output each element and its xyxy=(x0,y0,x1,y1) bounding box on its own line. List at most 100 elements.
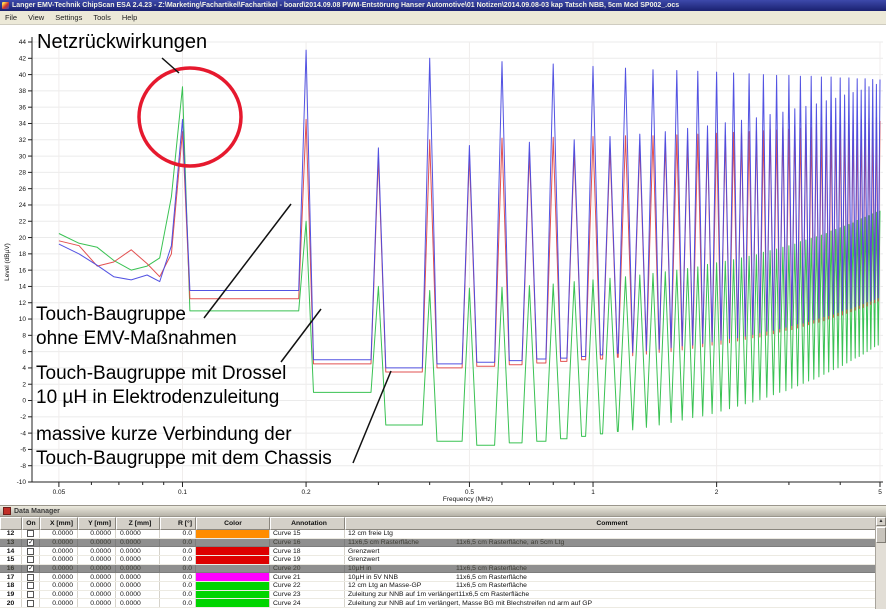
svg-text:30: 30 xyxy=(19,153,27,160)
col-header-Z [mm][interactable]: Z [mm] xyxy=(116,517,160,530)
color-swatch[interactable] xyxy=(196,556,269,564)
menu-file[interactable]: File xyxy=(5,13,17,22)
cell-color[interactable] xyxy=(196,565,270,573)
touch2-callout-line xyxy=(281,309,321,362)
comment-text-2: 11x6,5 cm Rasterfläche, an 5cm Ltg xyxy=(456,539,564,546)
cell-row-number: 17 xyxy=(0,573,22,581)
on-checkbox[interactable] xyxy=(27,591,34,598)
menu-view[interactable]: View xyxy=(28,13,44,22)
col-header-Annotation[interactable]: Annotation xyxy=(270,517,345,530)
table-scrollbar[interactable]: ▲ xyxy=(875,517,886,609)
col-header-Comment[interactable]: Comment xyxy=(345,517,876,530)
menu-help[interactable]: Help xyxy=(122,13,137,22)
cell-comment: Grenzwert xyxy=(345,547,876,555)
svg-text:26: 26 xyxy=(19,186,27,193)
color-swatch[interactable] xyxy=(196,573,269,581)
cell-x: 0.0000 xyxy=(40,582,78,590)
on-checkbox[interactable] xyxy=(27,600,34,607)
comment-text: 12 cm freie Ltg xyxy=(348,530,456,537)
table-row[interactable]: 190.00000.00000.00000.0Curve 23Zuleitung… xyxy=(0,591,876,600)
cell-x: 0.0000 xyxy=(40,530,78,538)
cell-color[interactable] xyxy=(196,599,270,607)
cell-on xyxy=(22,591,40,599)
curve-2 xyxy=(59,50,880,368)
svg-text:12: 12 xyxy=(19,300,27,307)
cell-z: 0.0000 xyxy=(116,547,160,555)
touch3-callout-line xyxy=(353,371,391,463)
comment-text: Grenzwert xyxy=(348,548,456,555)
table-row[interactable]: 120.00000.00000.00000.0Curve 1512 cm fre… xyxy=(0,530,876,539)
cell-x: 0.0000 xyxy=(40,591,78,599)
cell-r: 0.0 xyxy=(160,530,196,538)
cell-annotation: Curve 15 xyxy=(270,530,345,538)
table-row[interactable]: 170.00000.00000.00000.0Curve 2110µH in 5… xyxy=(0,573,876,582)
svg-text:18: 18 xyxy=(19,251,27,258)
cell-row-number: 18 xyxy=(0,582,22,590)
svg-text:1: 1 xyxy=(591,489,595,496)
cell-comment: 10µH in 5V NNB11x6,5 cm Rasterfläche xyxy=(345,573,876,581)
on-checkbox[interactable]: ✓ xyxy=(27,565,34,572)
col-header-Y [mm][interactable]: Y [mm] xyxy=(78,517,116,530)
data-manager-titlebar: Data Manager xyxy=(0,505,886,517)
cell-comment: 11x6,5 cm Rasterfläche11x6,5 cm Rasterfl… xyxy=(345,539,876,547)
cell-y: 0.0000 xyxy=(78,599,116,607)
on-checkbox[interactable]: ✓ xyxy=(27,539,34,546)
menu-settings[interactable]: Settings xyxy=(55,13,82,22)
cell-color[interactable] xyxy=(196,556,270,564)
on-checkbox[interactable] xyxy=(27,530,34,537)
curve-1 xyxy=(59,118,880,372)
svg-text:0.1: 0.1 xyxy=(178,489,187,496)
cell-r: 0.0 xyxy=(160,573,196,581)
table-row[interactable]: 140.00000.00000.00000.0Curve 18Grenzwert xyxy=(0,547,876,556)
cell-y: 0.0000 xyxy=(78,582,116,590)
table-row[interactable]: 180.00000.00000.00000.0Curve 2212 cm Ltg… xyxy=(0,582,876,591)
curve-0 xyxy=(59,87,880,446)
svg-text:14: 14 xyxy=(19,284,27,291)
on-checkbox[interactable] xyxy=(27,548,34,555)
window-title: Langer EMV-Technik ChipScan ESA 2.4.23 -… xyxy=(12,2,679,9)
col-header-R [°][interactable]: R [°] xyxy=(160,517,196,530)
cell-color[interactable] xyxy=(196,547,270,555)
cell-on xyxy=(22,582,40,590)
cell-z: 0.0000 xyxy=(116,556,160,564)
cell-color[interactable] xyxy=(196,530,270,538)
col-header-num[interactable] xyxy=(0,517,22,530)
table-row[interactable]: 13✓0.00000.00000.00000.0Curve 1611x6,5 c… xyxy=(0,539,876,548)
cell-comment: 12 cm Ltg an Masse-GP11x6,5 cm Rasterflä… xyxy=(345,582,876,590)
color-swatch[interactable] xyxy=(196,582,269,590)
cell-on xyxy=(22,599,40,607)
cell-annotation: Curve 18 xyxy=(270,547,345,555)
color-swatch[interactable] xyxy=(196,547,269,555)
on-checkbox[interactable] xyxy=(27,574,34,581)
cell-color[interactable] xyxy=(196,582,270,590)
cell-color[interactable] xyxy=(196,573,270,581)
col-header-On[interactable]: On xyxy=(22,517,40,530)
scrollbar-up-icon[interactable]: ▲ xyxy=(876,517,886,526)
menu-bar: File View Settings Tools Help xyxy=(0,11,886,25)
cell-color[interactable] xyxy=(196,591,270,599)
cell-r: 0.0 xyxy=(160,599,196,607)
svg-text:42: 42 xyxy=(19,55,27,62)
menu-tools[interactable]: Tools xyxy=(93,13,111,22)
table-row[interactable]: 16✓0.00000.00000.00000.0Curve 2010µH in1… xyxy=(0,565,876,574)
scrollbar-thumb[interactable] xyxy=(876,527,886,543)
col-header-X [mm][interactable]: X [mm] xyxy=(40,517,78,530)
svg-text:44: 44 xyxy=(19,39,27,46)
color-swatch[interactable] xyxy=(196,530,269,538)
table-row[interactable]: 200.00000.00000.00000.0Curve 24Zuleitung… xyxy=(0,599,876,608)
on-checkbox[interactable] xyxy=(27,556,34,563)
col-header-Color[interactable]: Color xyxy=(196,517,270,530)
cell-row-number: 13 xyxy=(0,539,22,547)
svg-text:8: 8 xyxy=(22,333,26,340)
cell-y: 0.0000 xyxy=(78,591,116,599)
table-row[interactable]: 150.00000.00000.00000.0Curve 19Grenzwert xyxy=(0,556,876,565)
comment-text: 12 cm Ltg an Masse-GP xyxy=(348,582,456,589)
cell-comment: 12 cm freie Ltg xyxy=(345,530,876,538)
color-swatch[interactable] xyxy=(196,599,269,607)
cell-annotation: Curve 23 xyxy=(270,591,345,599)
cell-x: 0.0000 xyxy=(40,573,78,581)
cell-color[interactable] xyxy=(196,539,270,547)
cell-on xyxy=(22,573,40,581)
color-swatch[interactable] xyxy=(196,591,269,599)
on-checkbox[interactable] xyxy=(27,582,34,589)
